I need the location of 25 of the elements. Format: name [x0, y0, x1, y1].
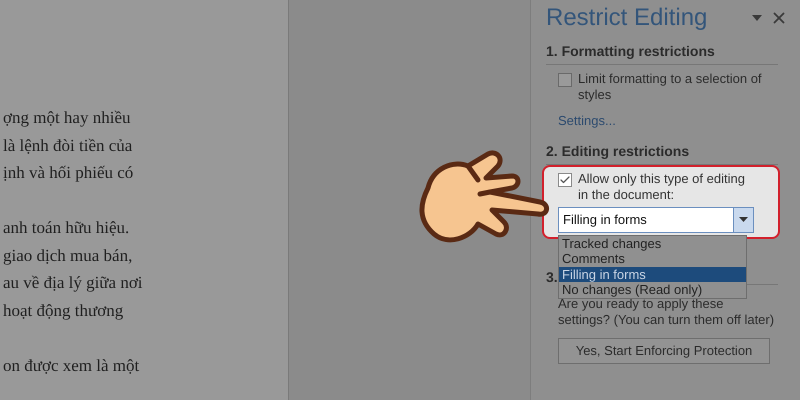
document-line: ợng một hay nhiều: [3, 107, 132, 129]
document-line: ịnh và hối phiếu có: [3, 162, 134, 184]
dropdown-option[interactable]: No changes (Read only): [559, 282, 746, 298]
section-heading: 3.: [546, 268, 558, 286]
editing-type-dropdown[interactable]: Filling in forms: [558, 206, 754, 232]
checkbox[interactable]: [558, 172, 572, 186]
pane-title: Restrict Editing: [546, 3, 708, 33]
document-line: au về địa lý giữa nơi: [3, 272, 144, 294]
dropdown-arrow-icon[interactable]: [752, 15, 762, 21]
checkbox[interactable]: [558, 73, 572, 87]
enforcement-text: Are you ready to apply these settings? (You can turn them off later): [557, 296, 776, 328]
dropdown-option[interactable]: Tracked changes: [559, 236, 746, 251]
caret-icon: [739, 217, 748, 222]
document-line: là lệnh đòi tiền của: [3, 134, 134, 156]
dropdown-option[interactable]: Filling in forms: [559, 266, 746, 282]
checkbox-label: Allow only this type of editing in the document:: [578, 170, 746, 202]
document-line: anh toán hữu hiệu.: [3, 217, 130, 239]
dropdown-option[interactable]: Comments: [559, 251, 746, 266]
section-heading: 1. Formatting restrictions: [546, 41, 778, 65]
settings-link[interactable]: Settings...: [546, 111, 616, 130]
document-line: on được xem là một: [3, 354, 140, 376]
start-enforcing-button[interactable]: Yes, Start Enforcing Protection: [558, 338, 770, 364]
document-line: giao dịch mua bán,: [3, 244, 134, 267]
checkbox-label: Limit formatting to a selection of styles: [578, 71, 763, 103]
document-line: hoạt động thương: [3, 300, 124, 322]
